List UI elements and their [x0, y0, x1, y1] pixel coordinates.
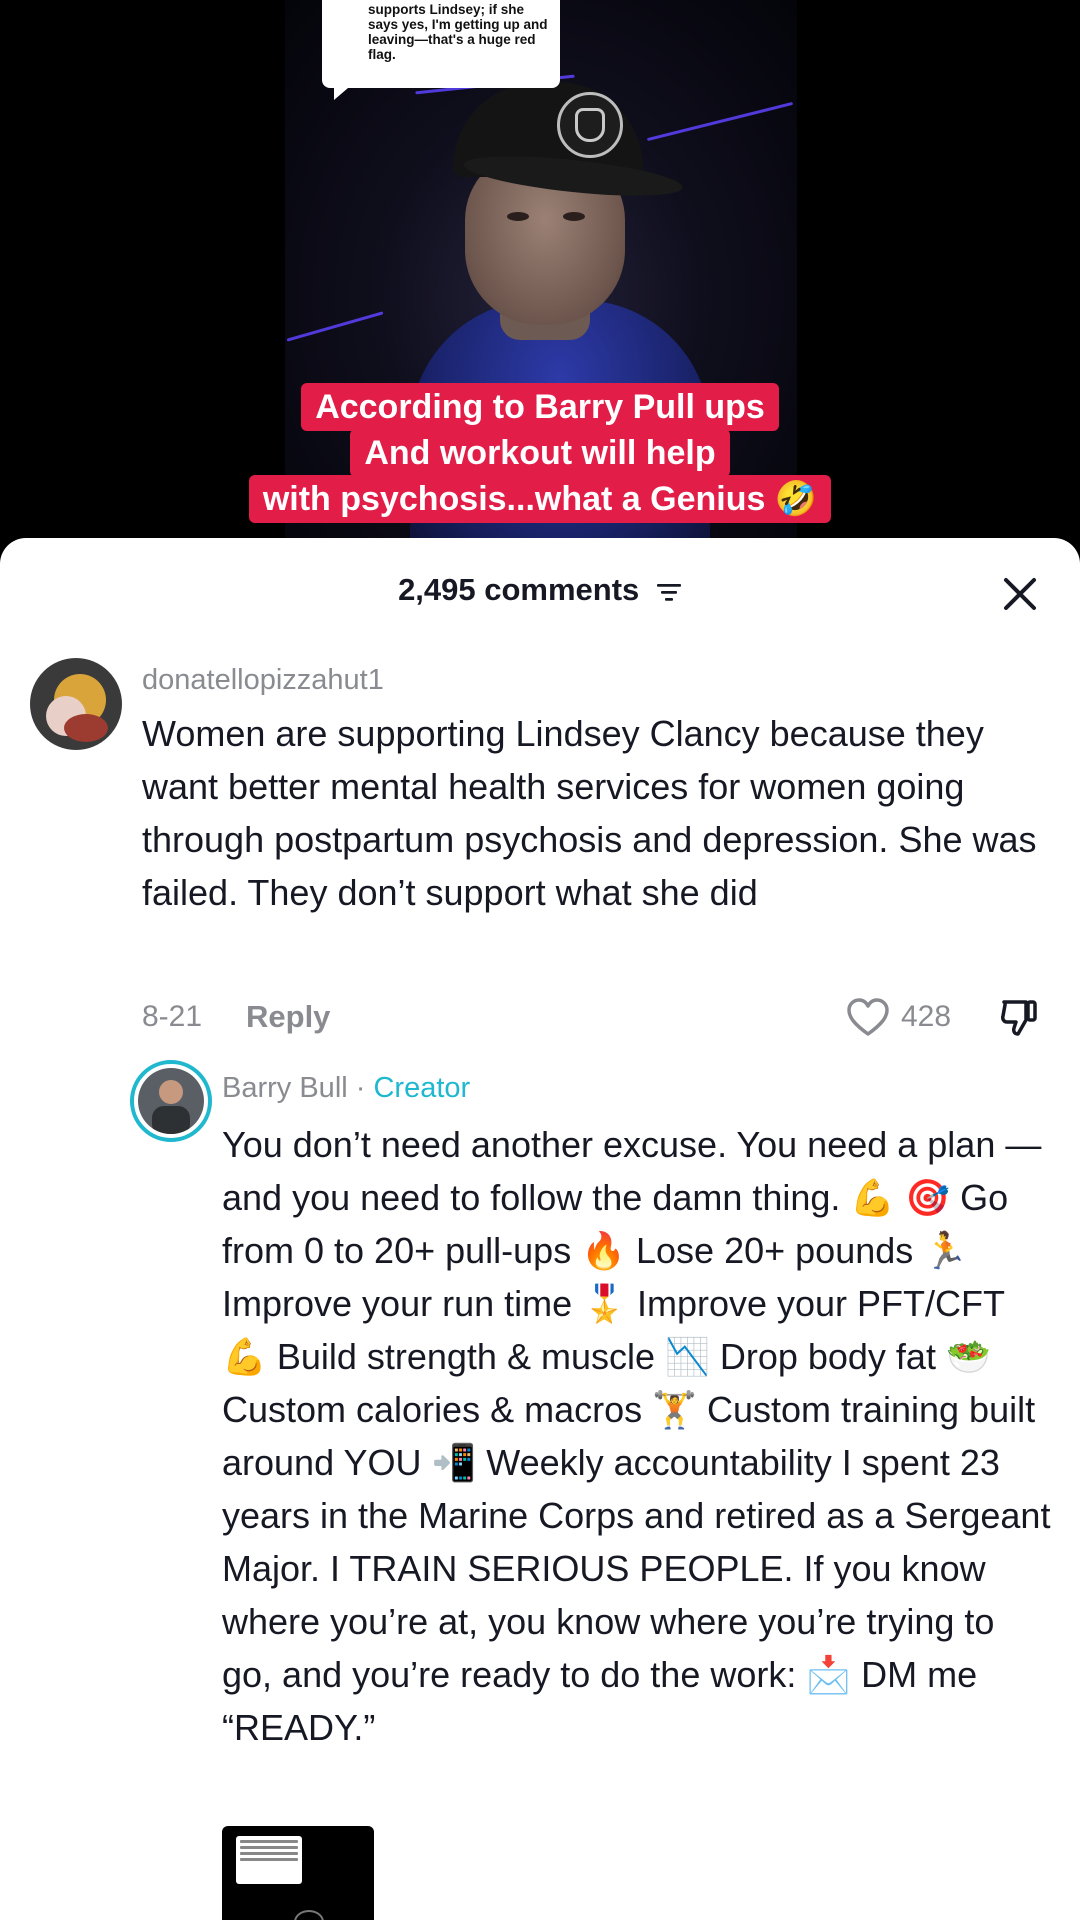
comments-sheet: 2,495 comments donatellopizzahut1 Women … [0, 538, 1080, 1920]
caption-line-3: with psychosis...what a Genius 🤣 [0, 475, 1080, 523]
video-thumbnail[interactable] [222, 1826, 374, 1920]
thumbnail-line [240, 1858, 298, 1861]
thumbnail-line [240, 1840, 298, 1843]
creator-username-line[interactable]: Barry Bull · Creator [222, 1072, 470, 1105]
video-player[interactable]: supports Lindsey; if she says yes, I'm g… [0, 0, 1080, 560]
caption-line-1: According to Barry Pull ups [0, 383, 1080, 431]
thumbnail-line [240, 1846, 298, 1849]
raiders-logo [557, 92, 623, 158]
creator-reply-text: You don’t need another excuse. You need … [222, 1124, 1051, 1748]
caption-line-2: And workout will help [0, 429, 1080, 477]
creator-badge: Creator [373, 1072, 471, 1104]
light-streak [286, 311, 384, 342]
reply-comment-bubble: supports Lindsey; if she says yes, I'm g… [322, 0, 560, 100]
thumbnail-cap [294, 1910, 324, 1920]
eye [507, 212, 529, 221]
creator-reply-item: Barry Bull · Creator You don’t need anot… [0, 538, 1080, 1920]
shield-icon [575, 108, 605, 142]
creator-avatar[interactable] [130, 1060, 212, 1142]
thumbnail-card [236, 1836, 302, 1884]
avatar-image [138, 1068, 204, 1134]
eye [563, 212, 585, 221]
thumbnail-line [240, 1852, 298, 1855]
light-streak [646, 101, 794, 142]
